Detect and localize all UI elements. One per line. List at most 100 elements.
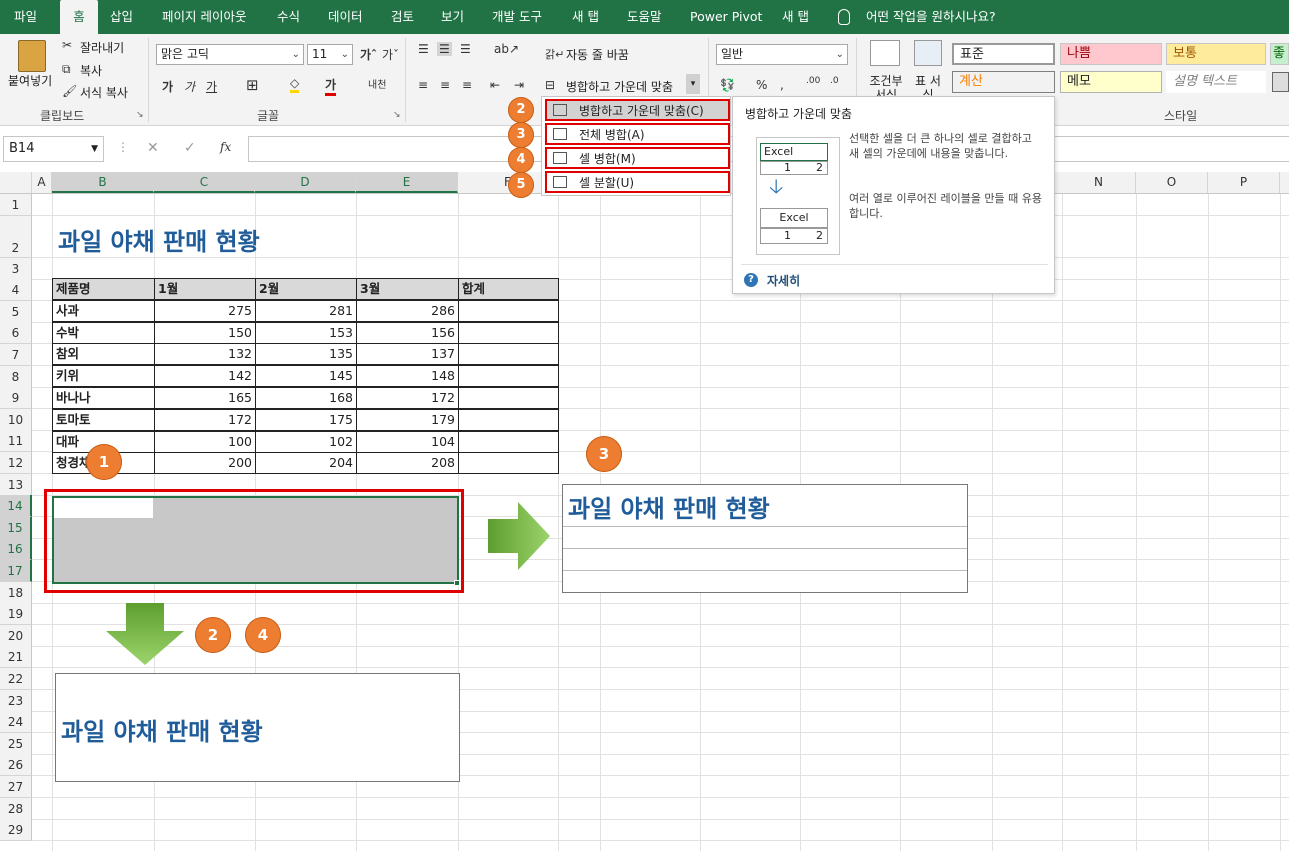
row-header-3[interactable]: 3 <box>0 258 32 280</box>
menu-item-merge-cells[interactable]: 셀 병합(M) <box>545 147 730 169</box>
decrease-font-icon[interactable]: 가ˇ <box>382 46 399 63</box>
decrease-decimal-icon[interactable]: .0 <box>830 76 839 86</box>
table-cell-value[interactable]: 200 <box>154 452 256 474</box>
table-cell-value[interactable]: 104 <box>356 431 459 453</box>
row-header-7[interactable]: 7 <box>0 344 32 366</box>
table-cell-value[interactable]: 204 <box>255 452 357 474</box>
sheet-title[interactable]: 과일 야채 판매 현황 <box>58 222 260 257</box>
row-header-21[interactable]: 21 <box>0 646 32 668</box>
paste-button[interactable]: 붙여넣기 <box>8 72 52 89</box>
tab-formulas[interactable]: 수식 <box>277 0 300 34</box>
table-cell-value[interactable]: 168 <box>255 387 357 409</box>
cut-button[interactable]: 잘라내기 <box>80 39 124 56</box>
column-header-o[interactable]: O <box>1136 172 1208 193</box>
font-name-select[interactable]: 맑은 고딕 ⌄ <box>156 44 304 65</box>
column-header-c[interactable]: C <box>154 172 255 193</box>
row-header-1[interactable]: 1 <box>0 194 32 216</box>
table-cell-value[interactable]: 175 <box>255 409 357 431</box>
clipboard-launcher-icon[interactable]: ↘ <box>136 110 144 120</box>
italic-icon[interactable]: 가 <box>184 78 195 95</box>
merge-center-button[interactable]: 병합하고 가운데 맞춤 <box>566 78 673 95</box>
fill-handle[interactable] <box>454 580 460 586</box>
table-cell-value[interactable]: 148 <box>356 365 459 387</box>
menu-item-unmerge-cells[interactable]: 셀 분할(U) <box>545 171 730 193</box>
row-header-25[interactable]: 25 <box>0 733 32 755</box>
table-cell-value[interactable]: 286 <box>356 300 459 322</box>
row-header-18[interactable]: 18 <box>0 582 32 604</box>
table-cell-total[interactable] <box>458 365 559 387</box>
increase-font-icon[interactable]: 가ˆ <box>360 46 377 63</box>
format-painter-button[interactable]: 서식 복사 <box>80 84 128 101</box>
fill-color-icon[interactable]: ◇ <box>290 76 300 93</box>
name-box[interactable]: B14 ▼ <box>3 136 104 162</box>
table-cell-total[interactable] <box>458 387 559 409</box>
row-header-11[interactable]: 11 <box>0 430 32 452</box>
table-cell-total[interactable] <box>458 343 559 365</box>
paste-icon[interactable] <box>18 40 46 72</box>
tab-file[interactable]: 파일 <box>14 0 37 34</box>
comma-icon[interactable]: , <box>780 78 784 92</box>
wrap-text-button[interactable]: 자동 줄 바꿈 <box>566 46 629 63</box>
row-header-20[interactable]: 20 <box>0 625 32 647</box>
row-header-4[interactable]: 4 <box>0 279 32 301</box>
column-header-p[interactable]: P <box>1208 172 1280 193</box>
table-cell-value[interactable]: 137 <box>356 343 459 365</box>
tab-new-2[interactable]: 새 탭 <box>782 0 809 34</box>
style-bad[interactable]: 나쁨 <box>1060 43 1162 65</box>
drag-handle-icon[interactable]: ⋮ <box>117 140 129 154</box>
style-calculation[interactable]: 계산 <box>952 71 1055 93</box>
column-header-b[interactable]: B <box>52 172 154 193</box>
table-cell-value[interactable]: 142 <box>154 365 256 387</box>
header-cell-feb[interactable]: 2월 <box>255 278 357 300</box>
conditional-format-icon[interactable] <box>870 40 900 66</box>
tooltip-more-link[interactable]: 자세히 <box>767 272 800 289</box>
row-header-27[interactable]: 27 <box>0 776 32 798</box>
cancel-icon[interactable]: ✕ <box>147 140 159 156</box>
table-cell-value[interactable]: 132 <box>154 343 256 365</box>
tell-me-search[interactable]: 어떤 작업을 원하시나요? <box>866 0 996 34</box>
row-header-26[interactable]: 26 <box>0 754 32 776</box>
header-cell-total[interactable]: 합계 <box>458 278 559 300</box>
tab-power-pivot[interactable]: Power Pivot <box>690 0 762 34</box>
row-header-2[interactable]: 2 <box>0 216 32 258</box>
table-cell-product[interactable]: 토마토 <box>52 409 155 431</box>
copy-button[interactable]: 복사 <box>80 62 102 79</box>
tab-data[interactable]: 데이터 <box>328 0 363 34</box>
table-cell-value[interactable]: 156 <box>356 322 459 344</box>
menu-item-merge-across[interactable]: 전체 병합(A) <box>545 123 730 145</box>
table-cell-value[interactable]: 281 <box>255 300 357 322</box>
style-good[interactable]: 좋 <box>1270 43 1289 65</box>
column-header-n[interactable]: N <box>1062 172 1136 193</box>
enter-icon[interactable]: ✓ <box>184 140 196 156</box>
row-header-6[interactable]: 6 <box>0 322 32 344</box>
table-cell-product[interactable]: 참외 <box>52 343 155 365</box>
select-all-corner[interactable] <box>0 172 32 193</box>
column-header-d[interactable]: D <box>255 172 356 193</box>
table-cell-product[interactable]: 바나나 <box>52 387 155 409</box>
style-explanatory[interactable]: 설명 텍스트 <box>1166 71 1266 93</box>
header-cell-jan[interactable]: 1월 <box>154 278 256 300</box>
style-normal[interactable]: 표준 <box>952 43 1055 65</box>
merge-dropdown-arrow-icon[interactable]: ▾ <box>686 74 700 94</box>
table-cell-total[interactable] <box>458 322 559 344</box>
tab-home[interactable]: 홈 <box>60 0 98 34</box>
table-cell-value[interactable]: 172 <box>356 387 459 409</box>
tab-developer[interactable]: 개발 도구 <box>492 0 542 34</box>
font-size-select[interactable]: 11 ⌄ <box>307 44 353 65</box>
row-header-13[interactable]: 13 <box>0 474 32 496</box>
column-header-e[interactable]: E <box>356 172 458 193</box>
table-cell-value[interactable]: 165 <box>154 387 256 409</box>
row-header-14[interactable]: 14 <box>0 495 32 517</box>
table-cell-total[interactable] <box>458 452 559 474</box>
number-format-select[interactable]: 일반 ⌄ <box>716 44 848 65</box>
table-cell-value[interactable]: 150 <box>154 322 256 344</box>
row-header-16[interactable]: 16 <box>0 538 32 560</box>
table-cell-value[interactable]: 102 <box>255 431 357 453</box>
border-icon[interactable]: ⊞ <box>246 76 259 94</box>
align-bottom-icon[interactable]: ☰ <box>460 42 471 56</box>
table-cell-value[interactable]: 172 <box>154 409 256 431</box>
table-format-icon[interactable] <box>914 40 942 66</box>
menu-item-merge-center[interactable]: 병합하고 가운데 맞춤(C) <box>545 99 730 121</box>
row-header-19[interactable]: 19 <box>0 603 32 625</box>
tab-page-layout[interactable]: 페이지 레이아웃 <box>162 0 246 34</box>
